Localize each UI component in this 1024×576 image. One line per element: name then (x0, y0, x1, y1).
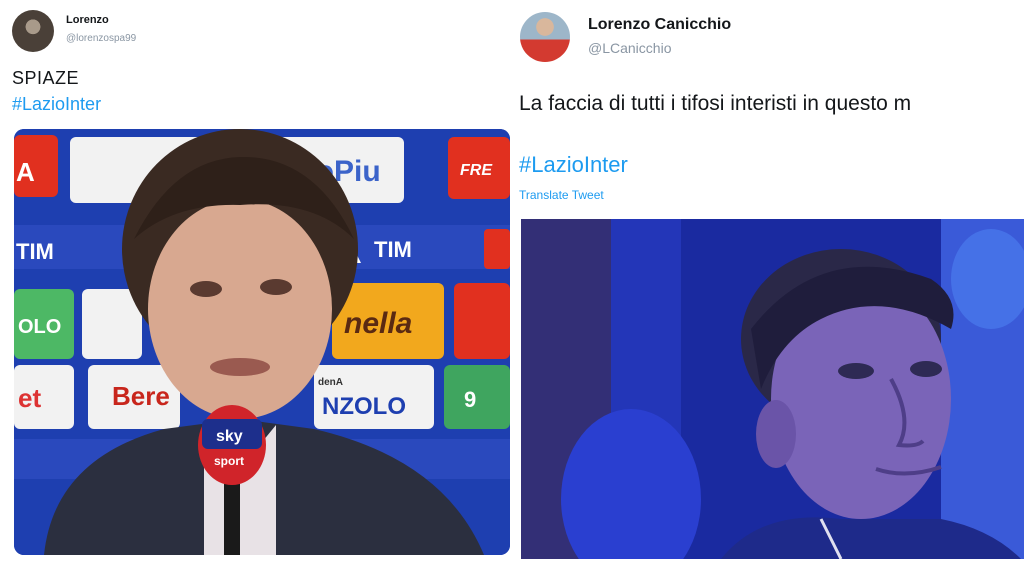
signage-tile-5: TIM (374, 237, 412, 262)
signage-tile-7: nella (344, 307, 412, 340)
mic-brand-2: sport (214, 454, 244, 468)
mic-brand-1: sky (216, 428, 243, 445)
signage-tile-12: 9 (464, 387, 476, 412)
tweet-text: La faccia di tutti i tifosi interisti in… (519, 92, 912, 115)
author-name[interactable]: Lorenzo Canicchio (588, 16, 731, 34)
translate-tweet-link[interactable]: Translate Tweet (519, 188, 604, 202)
author-name[interactable]: Lorenzo (66, 14, 109, 26)
author-handle[interactable]: @LCanicchio (588, 40, 671, 56)
signage-tile-9: Bere (112, 381, 170, 411)
signage-tile-8: et (18, 383, 41, 413)
avatar-lorenzo[interactable] (12, 10, 54, 52)
tweet-photo[interactable]: A roPiu FRE TIM TIM OLO nella et Bere de… (14, 129, 510, 555)
tweet-text: SPIAZE (12, 68, 80, 88)
signage-tile-6: OLO (18, 316, 61, 338)
avatar-lorenzo-canicchio[interactable] (520, 12, 570, 62)
hashtag-link[interactable]: #LazioInter (519, 152, 628, 178)
tweet-right: ... Lorenzo Canicchio @LCanicchio La fac… (512, 0, 1024, 576)
author-handle[interactable]: @lorenzospa99 (66, 33, 136, 44)
signage-tile-11: denA (318, 377, 343, 388)
hashtag-link[interactable]: #LazioInter (12, 94, 101, 115)
signage-tile-4: TIM (16, 239, 54, 264)
signage-tile-1: A (16, 157, 35, 187)
signage-tile-3: FRE (460, 162, 493, 179)
tweet-photo[interactable] (521, 219, 1024, 559)
tweet-left: Lorenzo @lorenzospa99 SPIAZE #LazioInter… (0, 0, 512, 576)
signage-tile-10: NZOLO (322, 393, 406, 420)
